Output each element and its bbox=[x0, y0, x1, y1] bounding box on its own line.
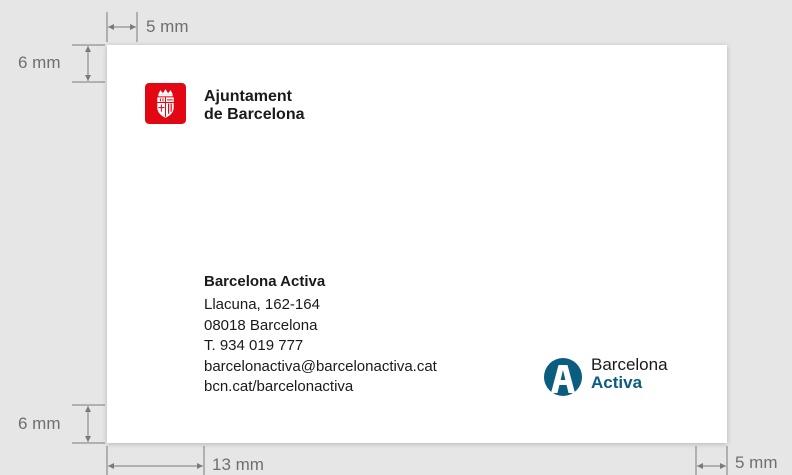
barcelona-shield-icon bbox=[145, 83, 186, 124]
issuer-name: Ajuntament de Barcelona bbox=[204, 88, 304, 124]
brand-word-barcelona: Barcelona bbox=[591, 355, 668, 374]
email-address: barcelonactiva@barcelonactiva.cat bbox=[204, 357, 437, 375]
issuer-name-line2: de Barcelona bbox=[204, 106, 305, 123]
barcelona-activa-a-icon bbox=[544, 358, 582, 396]
organization-name: Barcelona Activa bbox=[204, 273, 326, 290]
website-url: bcn.cat/barcelonactiva bbox=[204, 378, 354, 395]
dimension-label-bottom-right: 5 mm bbox=[735, 453, 778, 472]
dimension-label-left-top: 6 mm bbox=[18, 53, 61, 72]
postal-city: 08018 Barcelona bbox=[204, 316, 318, 334]
address-line: Llacuna, 162-164 bbox=[204, 296, 320, 313]
phone-number: T. 934 019 777 bbox=[204, 337, 304, 354]
dimension-label-bottom-left: 13 mm bbox=[212, 455, 264, 474]
business-card: Ajuntament de Barcelona Barcelona Activa… bbox=[107, 45, 727, 443]
brand-wordmark: Barcelona Activa bbox=[591, 356, 668, 392]
contact-block: Barcelona Activa Llacuna, 162-164 08018 … bbox=[204, 271, 437, 398]
brand-word-activa: Activa bbox=[591, 373, 643, 392]
dimension-label-left-bottom: 6 mm bbox=[18, 414, 61, 433]
issuer-name-line1: Ajuntament bbox=[204, 88, 292, 105]
dimension-label-top: 5 mm bbox=[146, 17, 189, 36]
